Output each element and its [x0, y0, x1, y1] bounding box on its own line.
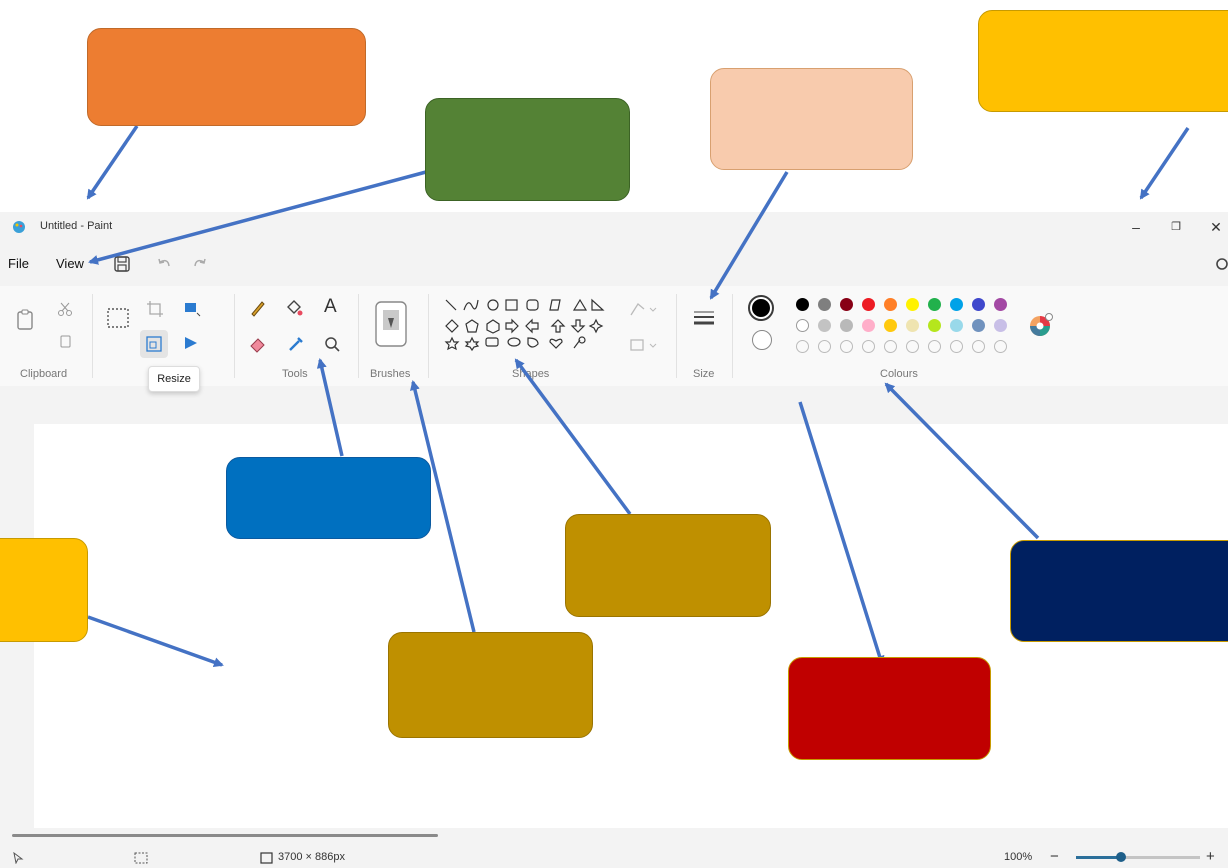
- arrow-to-red-callout: [798, 401, 885, 666]
- arrow-to-shapes: [514, 358, 632, 516]
- callout-peach: [710, 68, 913, 170]
- arrow-to-canvas: [87, 615, 224, 668]
- arrow-to-view-menu: [88, 170, 427, 265]
- callout-orange: [87, 28, 366, 126]
- callout-yellow-top: [978, 10, 1228, 112]
- arrow-to-colours: [884, 382, 1040, 540]
- callout-gold-right: [565, 514, 771, 617]
- arrow-to-size: [709, 171, 789, 300]
- callout-navy: [1010, 540, 1228, 642]
- callout-blue: [226, 457, 431, 539]
- callout-yellow-left: [0, 538, 88, 642]
- arrow-to-tools: [316, 358, 344, 457]
- arrow-to-window-controls: [1139, 127, 1190, 200]
- callout-green: [425, 98, 630, 201]
- callout-gold-left: [388, 632, 593, 738]
- arrow-to-title: [86, 125, 139, 200]
- callout-red: [788, 657, 991, 760]
